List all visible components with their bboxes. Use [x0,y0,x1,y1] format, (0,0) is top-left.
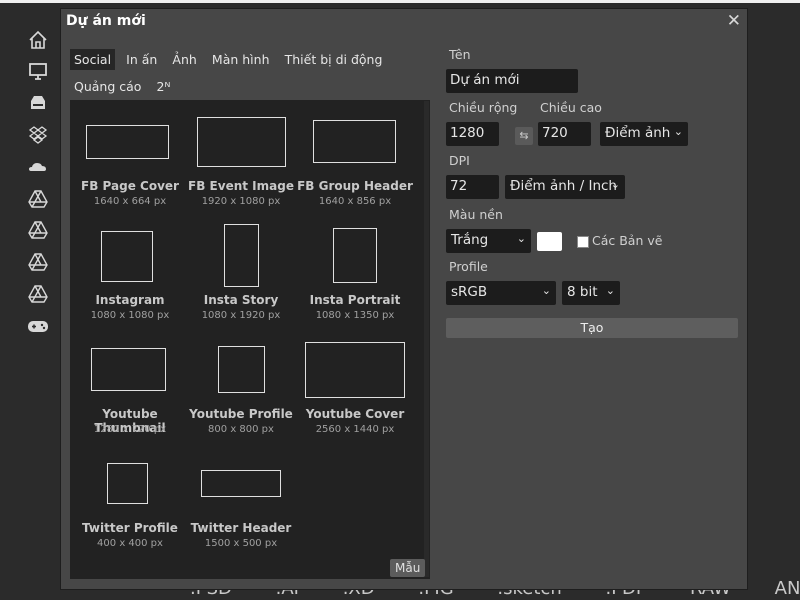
tab-print[interactable]: In ấn [122,49,161,70]
preset-size: 1640 x 856 px [318,196,392,207]
bitdepth-select[interactable]: 8 bit ⌄ [562,281,620,305]
preset-size: 1080 x 1080 px [90,310,170,321]
preset-thumbnail [305,342,405,398]
dpi-label: DPI [449,153,470,168]
preset-insta-portrait[interactable]: Insta Portrait 1080 x 1350 px [295,214,415,328]
preset-name: Instagram [95,293,165,307]
chevron-down-icon: ⌄ [541,284,551,297]
new-project-dialog: Dự án mới ✕ Social In ấn Ảnh Màn hình Th… [60,8,748,590]
preset-name: Twitter Header [190,521,292,535]
artboards-label: Các Bản vẽ [592,233,663,248]
preset-youtube-profile[interactable]: Youtube Profile 800 x 800 px [181,328,301,442]
chevron-down-icon: ⌄ [673,125,683,138]
preset-size: 400 x 400 px [97,538,163,549]
bitdepth-select-value: 8 bit [567,284,598,300]
height-label: Chiều cao [540,100,602,115]
dropbox-icon[interactable] [26,123,50,147]
google-drive-icon[interactable] [26,282,50,306]
background-color-swatch[interactable] [537,232,562,251]
monitor-icon[interactable] [26,59,50,83]
name-label: Tên [449,47,471,62]
preset-name: Twitter Profile [82,521,178,535]
tab-ads[interactable]: Quảng cáo [70,76,145,97]
preset-name: Insta Portrait [309,293,401,307]
background-select-value: Trắng [451,232,489,248]
tab-social[interactable]: Social [70,49,116,70]
preset-name: Youtube Cover [305,407,405,421]
preset-size: 2560 x 1440 px [315,424,395,435]
preset-name: FB Page Cover [81,179,179,193]
height-input[interactable]: 720 [538,122,591,146]
preset-name: Youtube Profile [189,407,293,421]
preset-instagram[interactable]: Instagram 1080 x 1080 px [70,214,190,328]
close-icon[interactable]: ✕ [727,11,741,31]
preset-fb-page-cover[interactable]: FB Page Cover 1640 x 664 px [70,100,190,214]
preset-panel: FB Page Cover 1640 x 664 px FB Event Ima… [70,100,430,579]
dpi-unit-select-value: Điểm ảnh / Inch [510,178,617,194]
chevron-down-icon: ⌄ [610,178,620,191]
width-label: Chiều rộng [449,100,518,115]
preset-size: 800 x 800 px [208,424,274,435]
profile-select-value: sRGB [451,284,488,300]
preset-youtube-cover[interactable]: Youtube Cover 2560 x 1440 px [295,328,415,442]
unit-select-value: Điểm ảnh [605,125,671,141]
profile-select[interactable]: sRGB ⌄ [446,281,556,305]
preset-fb-event-image[interactable]: FB Event Image 1920 x 1080 px [181,100,301,214]
home-icon[interactable] [26,28,50,52]
gamepad-icon[interactable] [26,314,50,338]
preset-size: 1500 x 500 px [204,538,278,549]
google-drive-icon[interactable] [26,187,50,211]
dpi-input[interactable]: 72 [446,175,499,199]
preset-twitter-profile[interactable]: Twitter Profile 400 x 400 px [70,442,190,556]
unit-select[interactable]: Điểm ảnh ⌄ [600,122,688,146]
swap-dimensions-icon[interactable]: ⇆ [515,127,533,145]
google-drive-icon[interactable] [26,250,50,274]
background-select[interactable]: Trắng ⌄ [446,229,531,253]
tab-mobile[interactable]: Thiết bị di động [281,49,387,70]
format-label: ANY [774,578,800,599]
width-input[interactable]: 1280 [446,122,499,146]
template-button[interactable]: Mẫu [390,559,426,577]
preset-size: 1080 x 1350 px [315,310,395,321]
preset-thumbnail [91,348,166,391]
preset-size: 1080 x 1920 px [201,310,281,321]
chevron-down-icon: ⌄ [605,284,615,297]
preset-insta-story[interactable]: Insta Story 1080 x 1920 px [181,214,301,328]
chevron-down-icon: ⌄ [516,232,526,245]
background-label: Màu nền [449,207,503,222]
create-button[interactable]: Tạo [446,318,738,338]
tab-screen[interactable]: Màn hình [208,49,274,70]
preset-scrollbar[interactable] [424,101,429,577]
preset-size: 1280 x 720 px [93,424,167,435]
preset-thumbnail [218,346,265,393]
preset-youtube-thumbnail[interactable]: Youtube Thumbnail 1280 x 720 px [70,328,190,442]
tab-power-of-two[interactable]: 2ᴺ [153,76,175,97]
google-drive-icon[interactable] [26,218,50,242]
preset-thumbnail [333,228,377,283]
dpi-unit-select[interactable]: Điểm ảnh / Inch ⌄ [505,175,625,199]
preset-thumbnail [197,117,286,167]
preset-thumbnail [107,463,148,504]
preset-thumbnail [201,470,281,497]
preset-thumbnail [313,120,396,163]
preset-size: 1640 x 664 px [93,196,167,207]
profile-label: Profile [449,259,488,274]
preset-tabs: Social In ấn Ảnh Màn hình Thiết bị di độ… [70,49,430,103]
drive-icon[interactable] [26,91,50,115]
preset-name: FB Group Header [297,179,413,193]
preset-name: Insta Story [203,293,279,307]
preset-thumbnail [224,224,259,287]
sidebar [0,3,60,600]
preset-twitter-header[interactable]: Twitter Header 1500 x 500 px [181,442,301,556]
tab-photo[interactable]: Ảnh [168,49,200,70]
dialog-title: Dự án mới [66,13,146,29]
preset-thumbnail [101,231,153,282]
name-input[interactable]: Dự án mới [446,69,578,93]
artboards-checkbox[interactable] [577,236,589,248]
preset-name: FB Event Image [188,179,294,193]
preset-size: 1920 x 1080 px [201,196,281,207]
onedrive-icon[interactable] [26,155,50,179]
preset-thumbnail [86,125,169,159]
preset-fb-group-header[interactable]: FB Group Header 1640 x 856 px [295,100,415,214]
